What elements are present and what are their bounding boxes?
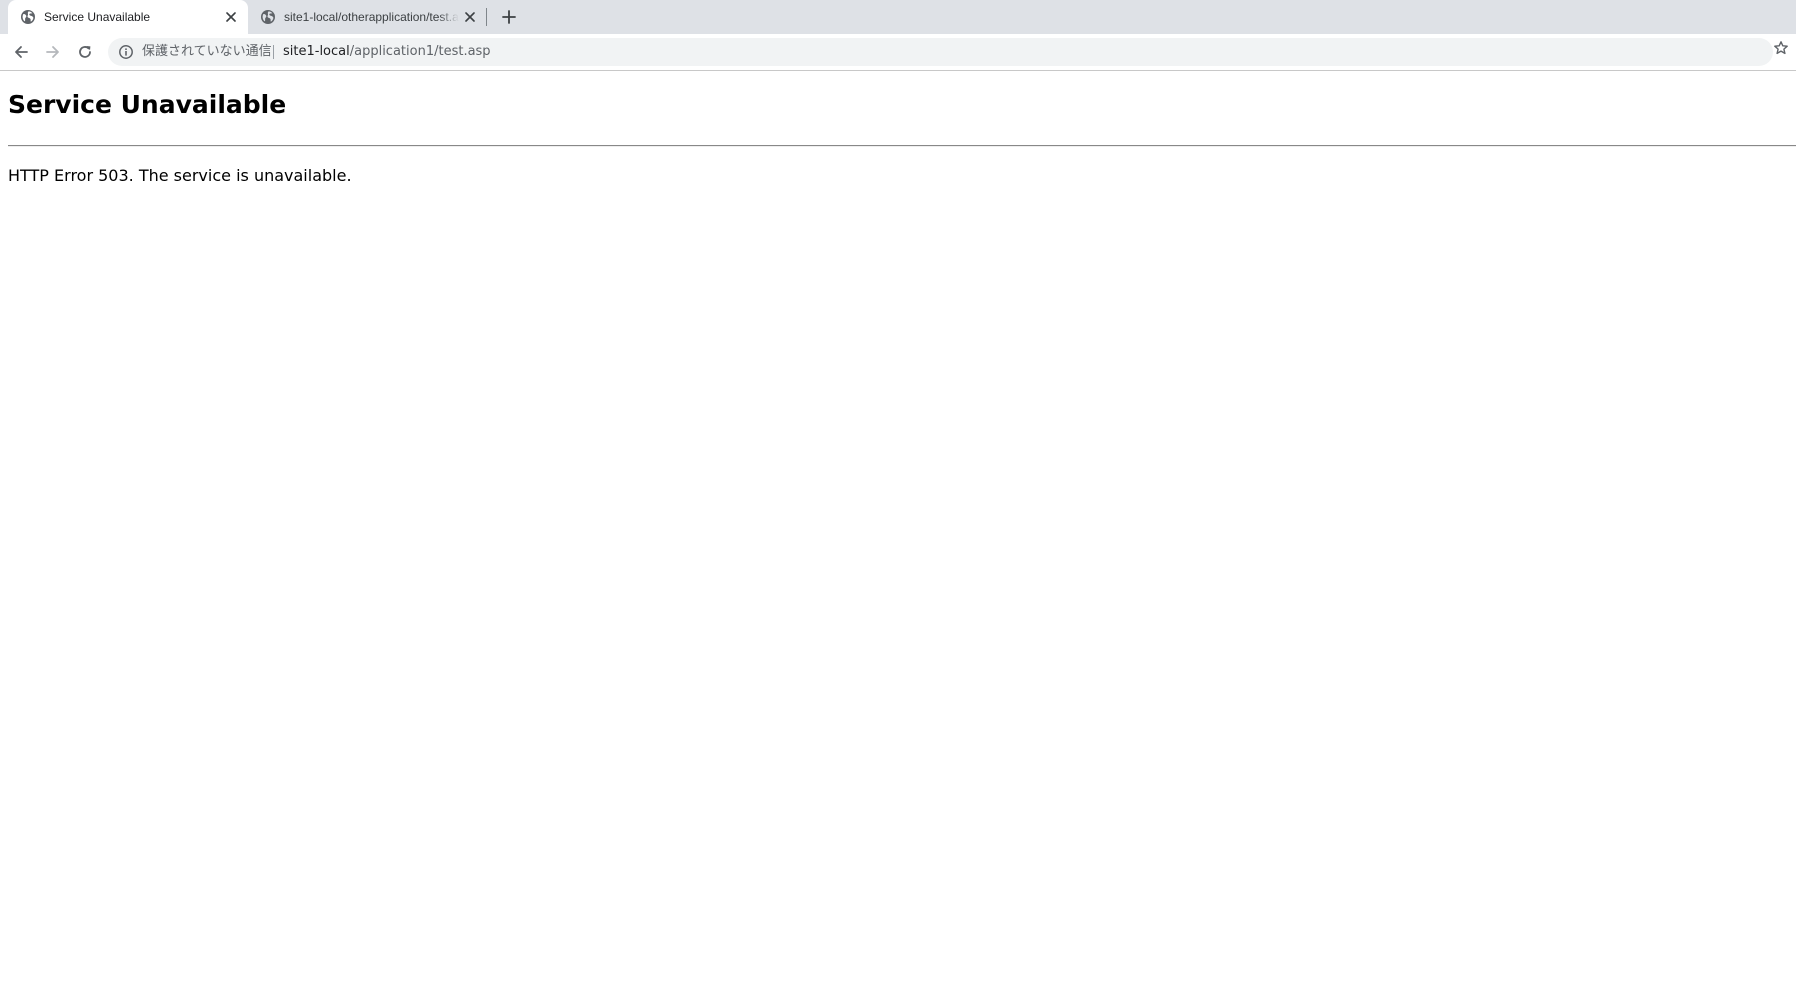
reload-button[interactable] bbox=[75, 42, 95, 62]
omnibox-divider bbox=[273, 45, 274, 59]
plus-icon bbox=[502, 10, 516, 24]
back-button[interactable] bbox=[11, 42, 31, 62]
reload-icon bbox=[79, 46, 91, 58]
page-title: Service Unavailable bbox=[8, 90, 287, 119]
bookmark-button[interactable] bbox=[1773, 40, 1789, 56]
globe-icon bbox=[20, 9, 36, 25]
error-message: HTTP Error 503. The service is unavailab… bbox=[8, 166, 352, 185]
close-tab-button[interactable] bbox=[462, 9, 478, 25]
horizontal-rule bbox=[8, 145, 1796, 147]
tab-other-application[interactable]: site1-local/otherapplication/test.asp bbox=[248, 0, 487, 34]
new-tab-button[interactable] bbox=[499, 7, 519, 27]
browser-toolbar: 保護されていない通信 site1-local/application1/test… bbox=[0, 34, 1796, 71]
tab-service-unavailable[interactable]: Service Unavailable bbox=[8, 0, 248, 34]
info-icon[interactable] bbox=[118, 44, 134, 60]
tab-strip: Service Unavailable site1-local/otherapp… bbox=[0, 0, 1796, 34]
security-status-text[interactable]: 保護されていない通信 bbox=[142, 44, 272, 60]
tab-separator bbox=[486, 8, 487, 26]
arrow-forward-icon bbox=[46, 46, 59, 58]
globe-icon bbox=[260, 9, 276, 25]
close-tab-button[interactable] bbox=[223, 9, 239, 25]
url-path: /application1/test.asp bbox=[349, 44, 491, 59]
arrow-back-icon bbox=[15, 46, 28, 58]
url-text[interactable]: site1-local/application1/test.asp bbox=[283, 44, 491, 60]
url-host: site1-local bbox=[283, 44, 350, 59]
browser-window: Service Unavailable site1-local/otherapp… bbox=[0, 0, 1796, 991]
page-content: Service Unavailable HTTP Error 503. The … bbox=[0, 71, 1796, 991]
star-icon bbox=[1774, 41, 1788, 55]
close-icon bbox=[465, 12, 475, 22]
tab-title: site1-local/otherapplication/test.asp bbox=[284, 10, 459, 24]
tab-title: Service Unavailable bbox=[44, 10, 151, 24]
forward-button[interactable] bbox=[43, 42, 63, 62]
close-icon bbox=[226, 12, 236, 22]
address-bar[interactable]: 保護されていない通信 site1-local/application1/test… bbox=[108, 38, 1773, 66]
